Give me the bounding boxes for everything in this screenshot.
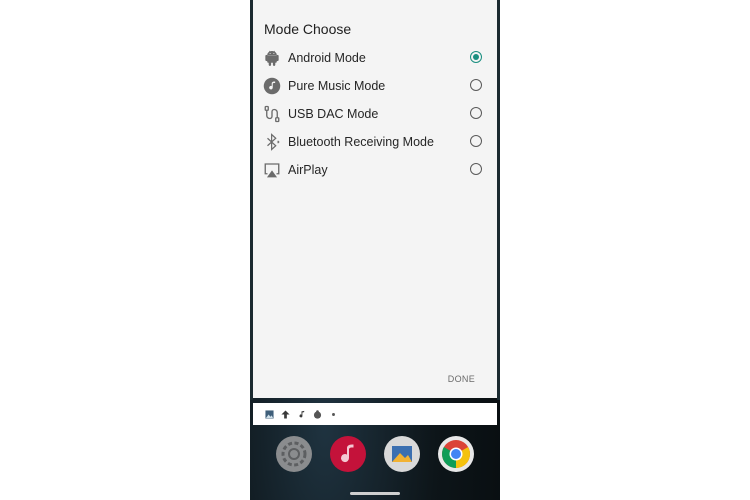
- app-dock: [250, 436, 500, 476]
- option-label: USB DAC Mode: [288, 107, 379, 121]
- option-bluetooth-receiving-mode[interactable]: Bluetooth Receiving Mode: [253, 128, 497, 156]
- chrome-app-icon[interactable]: [438, 436, 474, 472]
- bluetooth-icon: [263, 133, 281, 151]
- upload-arrow-icon: [281, 409, 290, 419]
- dot-icon: [329, 410, 338, 419]
- radio-pure-music-mode[interactable]: [470, 79, 482, 91]
- option-label: AirPlay: [288, 163, 328, 177]
- radio-android-mode[interactable]: [470, 51, 482, 63]
- option-airplay[interactable]: AirPlay: [253, 156, 497, 184]
- option-pure-music-mode[interactable]: Pure Music Mode: [253, 72, 497, 100]
- radio-bluetooth-receiving-mode[interactable]: [470, 135, 482, 147]
- mode-option-list: Android Mode Pure Music Mode USB DAC Mod…: [253, 44, 497, 184]
- phone-screen: Mode Choose Android Mode Pure Music Mode: [250, 0, 500, 500]
- usb-cable-icon: [263, 105, 281, 123]
- mode-choose-dialog: Mode Choose Android Mode Pure Music Mode: [253, 0, 497, 398]
- gallery-app-icon[interactable]: [384, 436, 420, 472]
- option-label: Bluetooth Receiving Mode: [288, 135, 434, 149]
- music-note-icon: [297, 410, 306, 419]
- image-icon: [265, 409, 274, 419]
- dialog-title: Mode Choose: [264, 21, 352, 37]
- option-usb-dac-mode[interactable]: USB DAC Mode: [253, 100, 497, 128]
- bug-icon: [313, 409, 322, 419]
- option-android-mode[interactable]: Android Mode: [253, 44, 497, 72]
- android-icon: [263, 49, 281, 67]
- home-gesture-bar[interactable]: [350, 492, 400, 495]
- airplay-icon: [263, 161, 281, 179]
- radio-airplay[interactable]: [470, 163, 482, 175]
- option-label: Pure Music Mode: [288, 79, 386, 93]
- radio-usb-dac-mode[interactable]: [470, 107, 482, 119]
- done-button[interactable]: DONE: [448, 374, 475, 384]
- music-app-icon[interactable]: [330, 436, 366, 472]
- settings-app-icon[interactable]: [276, 436, 312, 472]
- music-note-icon: [263, 77, 281, 95]
- option-label: Android Mode: [288, 51, 366, 65]
- notification-bar: [253, 403, 497, 425]
